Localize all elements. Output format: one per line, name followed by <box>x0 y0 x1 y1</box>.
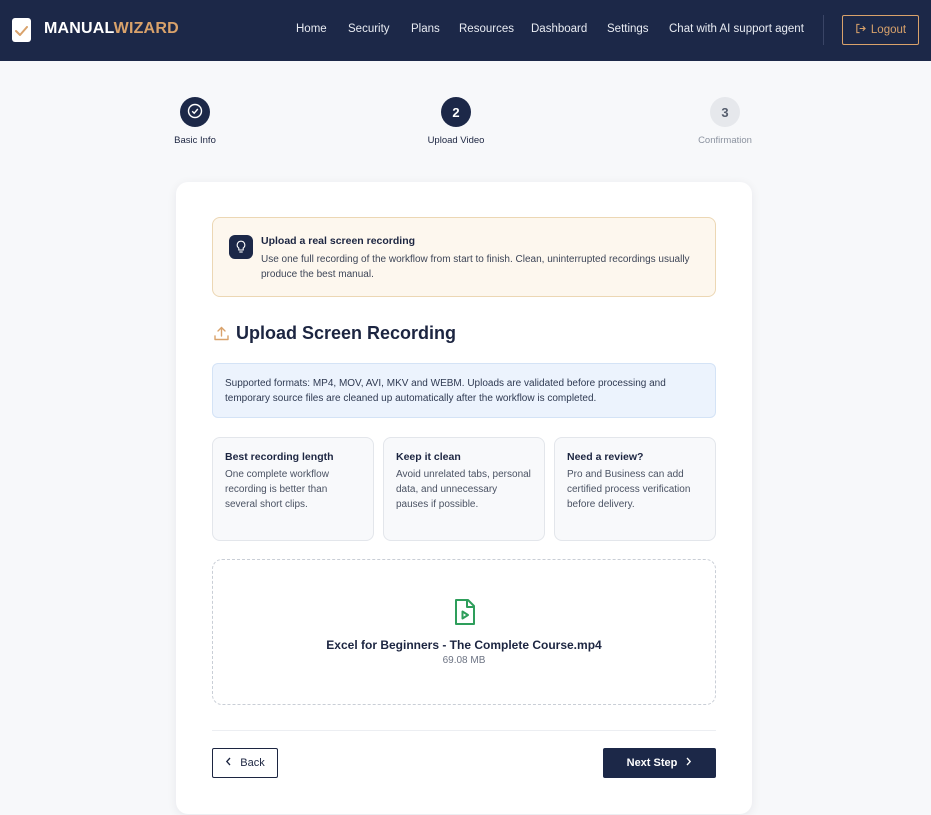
nav-link-dashboard[interactable]: Dashboard <box>531 23 587 35</box>
tip-title: Upload a real screen recording <box>261 235 416 247</box>
logout-label: Logout <box>870 24 907 36</box>
upload-icon <box>213 325 230 347</box>
tip-card-title: Need a review? <box>567 451 644 463</box>
back-button[interactable]: Back <box>212 748 278 778</box>
step-3-number: 3 <box>721 104 729 120</box>
brand-name-part2: WIZARD <box>113 20 179 37</box>
nav-link-ai-chat[interactable]: Chat with AI support agent <box>669 23 804 35</box>
tip-text: Use one full recording of the workflow f… <box>261 254 690 280</box>
nav-link-plans[interactable]: Plans <box>411 23 440 35</box>
brand-name-part1: MANUAL <box>44 20 114 37</box>
next-step-button[interactable]: Next Step <box>603 748 716 778</box>
recording-tip-banner: Upload a real screen recording Use one f… <box>212 217 716 297</box>
step-2-circle: 2 <box>441 97 471 127</box>
step-1-label: Basic Info <box>174 135 216 146</box>
uploaded-file-size: 69.08 MB <box>442 655 486 666</box>
supported-formats-info: Supported formats: MP4, MOV, AVI, MKV an… <box>212 363 716 418</box>
logo-icon <box>12 18 31 42</box>
nav-divider <box>823 15 824 45</box>
section-title: Upload Screen Recording <box>236 323 457 343</box>
step-1-circle <box>180 97 210 127</box>
tip-card-review: Need a review? Pro and Business can add … <box>554 437 716 541</box>
step-2-label: Upload Video <box>427 135 485 146</box>
chevron-right-icon <box>685 757 692 769</box>
tip-card-recording-length: Best recording length One complete workf… <box>212 437 374 541</box>
check-icon <box>187 103 203 122</box>
card-divider <box>212 730 716 731</box>
chevron-left-icon <box>225 757 232 769</box>
nav-link-home[interactable]: Home <box>296 23 327 35</box>
tip-card-title: Best recording length <box>225 451 334 463</box>
nav-link-settings[interactable]: Settings <box>607 23 649 35</box>
nav-link-resources[interactable]: Resources <box>459 23 514 35</box>
tip-card-keep-clean: Keep it clean Avoid unrelated tabs, pers… <box>383 437 545 541</box>
tip-card-text: Pro and Business can add certified proce… <box>567 469 691 510</box>
tip-card-text: One complete workflow recording is bette… <box>225 469 329 510</box>
tip-card-text: Avoid unrelated tabs, personal data, and… <box>396 469 531 510</box>
step-3-label: Confirmation <box>698 135 752 146</box>
file-dropzone[interactable]: Excel for Beginners - The Complete Cours… <box>212 559 716 705</box>
nav-link-security[interactable]: Security <box>348 23 390 35</box>
next-label: Next Step <box>626 757 678 769</box>
logout-button[interactable]: Logout <box>842 15 919 45</box>
video-file-icon <box>453 598 477 631</box>
uploaded-file-name: Excel for Beginners - The Complete Cours… <box>326 638 602 652</box>
back-label: Back <box>240 757 265 769</box>
brand-logo[interactable]: MANUALWIZARD <box>44 20 179 38</box>
lightbulb-icon <box>229 235 253 259</box>
step-2-number: 2 <box>452 104 460 120</box>
top-navbar: MANUALWIZARD Home Security Plans Resourc… <box>0 0 931 61</box>
logout-icon <box>855 23 866 37</box>
tip-card-title: Keep it clean <box>396 451 461 463</box>
step-3-circle: 3 <box>710 97 740 127</box>
